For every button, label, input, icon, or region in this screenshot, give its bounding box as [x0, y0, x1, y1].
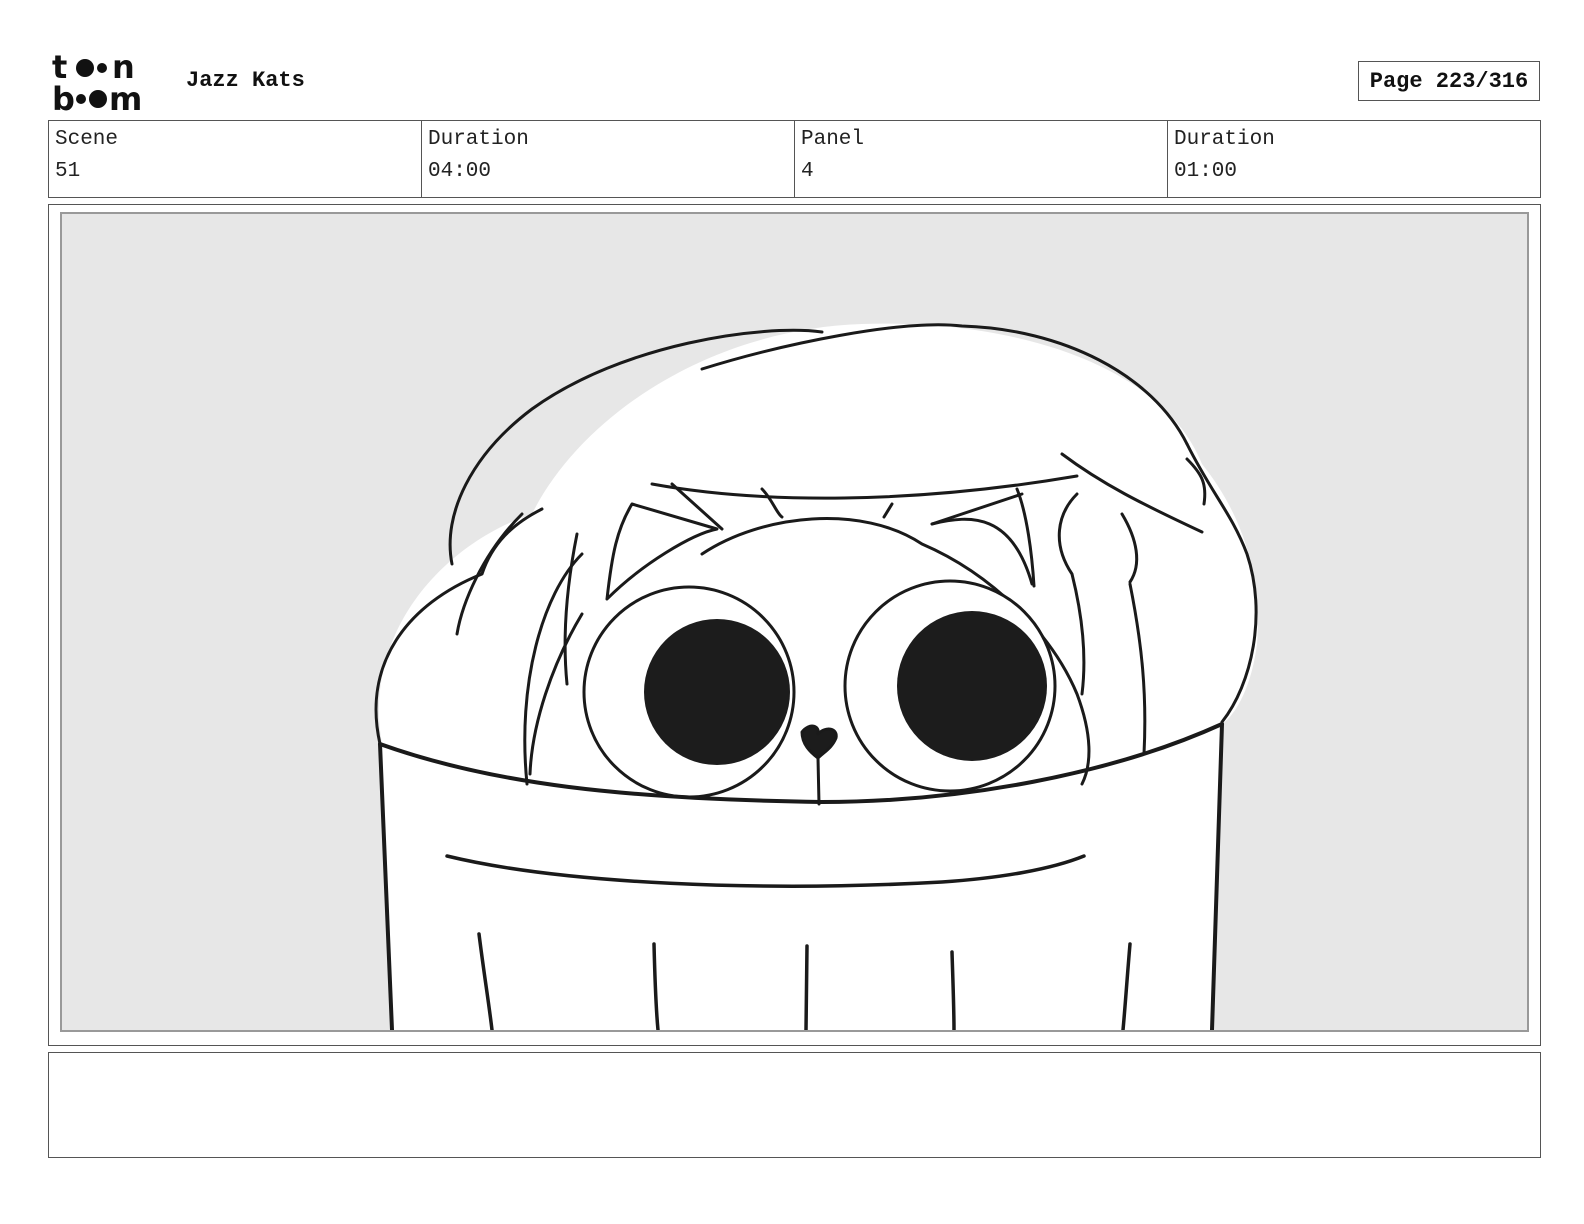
panel-duration-value: 01:00	[1174, 160, 1238, 183]
panel-duration-cell: Duration 01:00	[1168, 121, 1540, 197]
storyboard-panel-image	[60, 212, 1529, 1032]
panel-label: Panel	[801, 128, 865, 151]
cat-in-trash-can-drawing	[374, 323, 1258, 1030]
scene-duration-value: 04:00	[428, 160, 492, 183]
panel-duration-label: Duration	[1174, 128, 1275, 151]
panel-notes-box	[48, 1052, 1541, 1158]
scene-info-table: Scene 51 Duration 04:00 Panel 4 Duration…	[48, 120, 1541, 198]
scene-value: 51	[55, 160, 81, 183]
svg-text:m: m	[109, 80, 142, 112]
svg-text:b: b	[52, 80, 75, 112]
storyboard-panel-frame	[48, 204, 1541, 1046]
toon-boom-logo: t n b m	[52, 52, 142, 112]
panel-value: 4	[801, 160, 814, 183]
panel-cell: Panel 4	[795, 121, 1168, 197]
scene-duration-cell: Duration 04:00	[422, 121, 795, 197]
scene-cell: Scene 51	[49, 121, 422, 197]
scene-label: Scene	[55, 128, 119, 151]
project-title: Jazz Kats	[186, 68, 305, 93]
page-indicator: Page 223/316	[1358, 61, 1540, 101]
scene-duration-label: Duration	[428, 128, 529, 151]
